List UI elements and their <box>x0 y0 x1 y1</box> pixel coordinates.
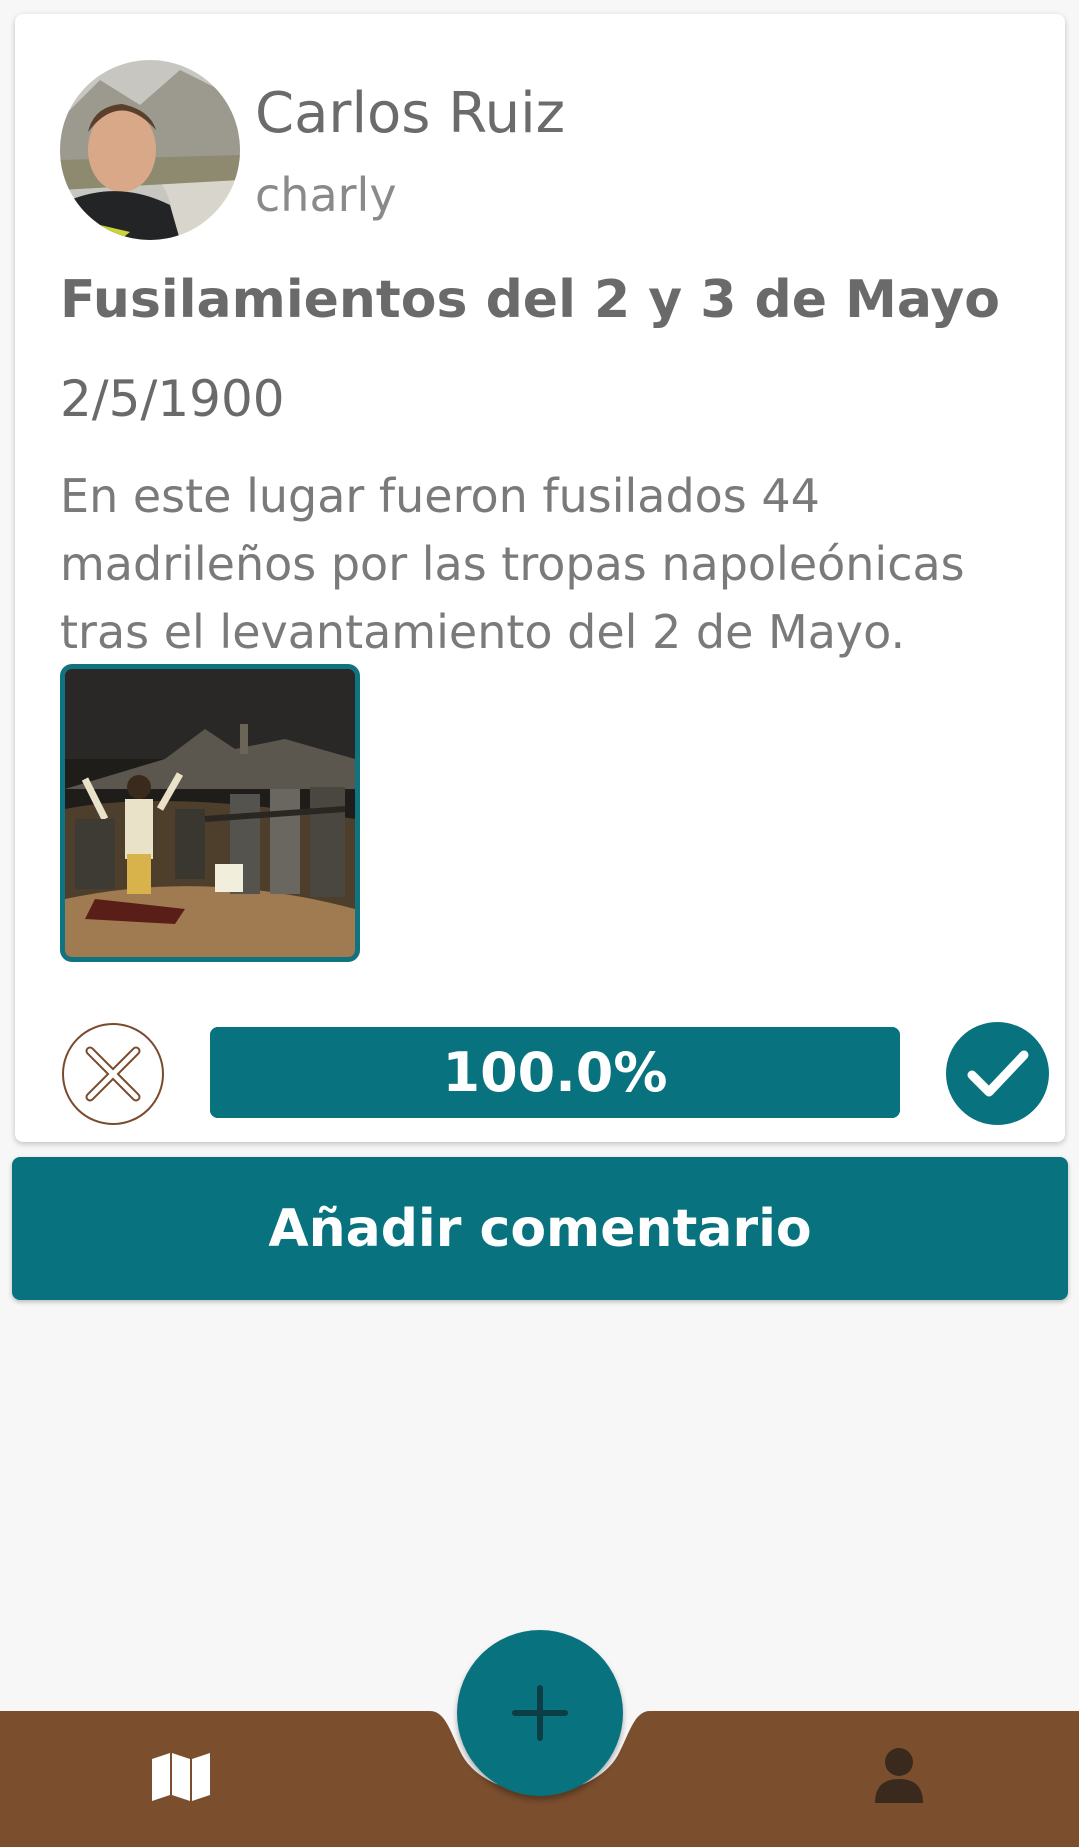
approve-button[interactable] <box>946 1022 1049 1125</box>
check-icon <box>967 1050 1028 1096</box>
add-comment-button[interactable]: Añadir comentario <box>12 1157 1068 1300</box>
map-icon <box>152 1753 210 1801</box>
avatar[interactable] <box>60 60 240 240</box>
verification-progress-bar: 100.0% <box>210 1027 900 1118</box>
post-title: Fusilamientos del 2 y 3 de Mayo <box>60 270 1001 330</box>
nav-map-button[interactable] <box>150 1751 212 1803</box>
add-post-fab[interactable] <box>457 1630 623 1796</box>
nav-profile-button[interactable] <box>873 1747 925 1803</box>
author-handle: charly <box>255 168 397 222</box>
post-image[interactable] <box>60 664 360 962</box>
close-icon <box>85 1046 141 1102</box>
painting-image <box>65 669 355 957</box>
screen: Carlos Ruiz charly Fusilamientos del 2 y… <box>0 0 1079 1847</box>
reject-button[interactable] <box>62 1023 164 1125</box>
progress-label: 100.0% <box>442 1041 668 1104</box>
person-icon <box>875 1748 923 1803</box>
avatar-photo <box>60 60 240 240</box>
post-description: En este lugar fueron fusilados 44 madril… <box>60 469 965 659</box>
post-card: Carlos Ruiz charly Fusilamientos del 2 y… <box>15 14 1065 1142</box>
post-date: 2/5/1900 <box>60 370 285 428</box>
author-name: Carlos Ruiz <box>255 81 566 146</box>
plus-icon <box>512 1685 568 1741</box>
